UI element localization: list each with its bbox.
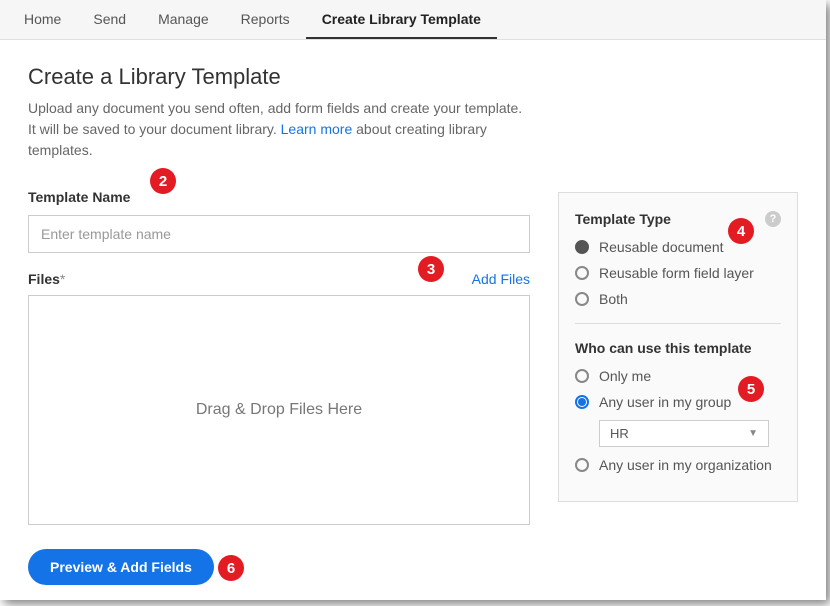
right-panel: Template Type ? Reusable document Reusab… (558, 192, 798, 502)
template-name-input[interactable] (28, 215, 530, 253)
option-label: Reusable document (599, 239, 724, 255)
nav-tab-send[interactable]: Send (77, 1, 142, 39)
preview-add-fields-button[interactable]: Preview & Add Fields (28, 549, 214, 585)
callout-5: 5 (738, 376, 764, 402)
files-label: Files* (28, 271, 65, 287)
option-label: Any user in my group (599, 394, 731, 410)
callout-2: 2 (150, 168, 176, 194)
nav-tab-create-library-template[interactable]: Create Library Template (306, 1, 497, 39)
add-files-link[interactable]: Add Files (472, 271, 530, 287)
radio-empty-icon (575, 458, 589, 472)
template-type-option-both[interactable]: Both (575, 291, 781, 307)
files-header: Files* Add Files (28, 271, 530, 287)
dropzone-text: Drag & Drop Files Here (196, 401, 362, 419)
select-value: HR (610, 426, 629, 441)
template-name-label: Template Name (28, 189, 530, 205)
chevron-down-icon: ▼ (748, 428, 758, 439)
radio-empty-icon (575, 292, 589, 306)
learn-more-link[interactable]: Learn more (281, 121, 353, 137)
option-label: Only me (599, 368, 651, 384)
who-can-use-title: Who can use this template (575, 340, 752, 356)
page-heading: Create a Library Template (28, 64, 530, 90)
divider (575, 323, 781, 324)
radio-empty-icon (575, 369, 589, 383)
group-select[interactable]: HR ▼ (599, 420, 769, 447)
nav-tab-manage[interactable]: Manage (142, 1, 225, 39)
nav-tab-home[interactable]: Home (8, 1, 77, 39)
template-name-label-text: Template Name (28, 189, 130, 205)
files-label-text: Files (28, 271, 60, 287)
radio-empty-icon (575, 266, 589, 280)
template-type-title: Template Type (575, 211, 671, 227)
option-label: Any user in my organization (599, 457, 772, 473)
page-description: Upload any document you send often, add … (28, 98, 530, 161)
option-label: Both (599, 291, 628, 307)
app-window: Home Send Manage Reports Create Library … (0, 0, 826, 600)
who-can-use-title-row: Who can use this template (575, 340, 781, 356)
who-option-any-user-in-org[interactable]: Any user in my organization (575, 457, 781, 473)
callout-4: 4 (728, 218, 754, 244)
callout-3: 3 (418, 256, 444, 282)
required-asterisk: * (60, 271, 65, 287)
files-dropzone[interactable]: Drag & Drop Files Here (28, 295, 530, 525)
help-icon[interactable]: ? (765, 211, 781, 227)
option-label: Reusable form field layer (599, 265, 754, 281)
top-navigation: Home Send Manage Reports Create Library … (0, 0, 826, 40)
radio-filled-icon (575, 240, 589, 254)
callout-6: 6 (218, 555, 244, 581)
radio-selected-icon (575, 395, 589, 409)
left-column: Create a Library Template Upload any doc… (28, 64, 530, 585)
template-type-option-reusable-document[interactable]: Reusable document (575, 239, 781, 255)
template-type-option-reusable-form-field-layer[interactable]: Reusable form field layer (575, 265, 781, 281)
content-area: Create a Library Template Upload any doc… (0, 40, 826, 600)
nav-tab-reports[interactable]: Reports (225, 1, 306, 39)
